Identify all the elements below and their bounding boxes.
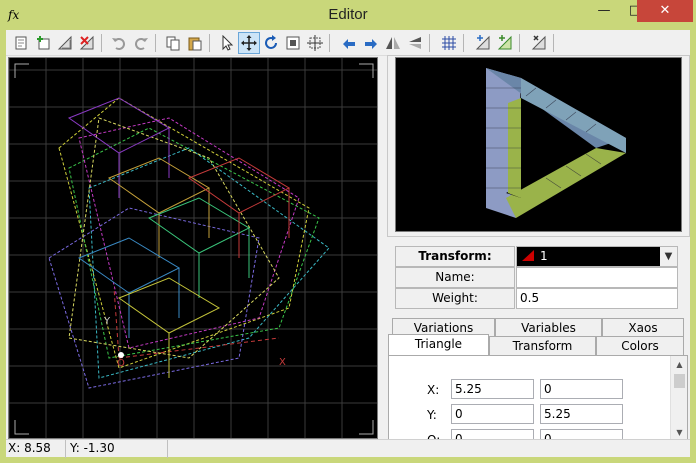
scroll-up-icon[interactable]: ▲ xyxy=(671,356,687,373)
toolbar-separator xyxy=(519,34,520,52)
weight-label: Weight: xyxy=(395,288,515,309)
chevron-down-icon[interactable]: ▼ xyxy=(660,247,677,266)
duplicate-transform-icon xyxy=(57,35,72,50)
transform-properties: Transform: 1 ▼ Name: Weight: 0.5 xyxy=(395,246,685,310)
triangle-tab-panel: X: 5.25 0 Y: 0 5.25 O: 0 0 ▲ ▼ xyxy=(388,355,688,440)
duplicate-transform-button[interactable] xyxy=(54,32,76,54)
post-transform-button[interactable] xyxy=(494,32,516,54)
y-coord-label: Y: xyxy=(427,408,437,422)
name-field[interactable] xyxy=(516,267,678,288)
scroll-thumb[interactable] xyxy=(674,374,685,388)
grid-icon xyxy=(442,36,456,50)
add-transform-button[interactable] xyxy=(32,32,54,54)
transform-label: Transform: xyxy=(395,246,515,267)
y-coord-a-input[interactable]: 0 xyxy=(451,404,534,424)
new-transform-button[interactable] xyxy=(10,32,32,54)
name-row: Name: xyxy=(395,267,685,288)
redo-button[interactable] xyxy=(130,32,152,54)
canvas-origin-label: O xyxy=(117,358,125,369)
tab-transform[interactable]: Transform xyxy=(489,336,596,355)
x-coord-a-input[interactable]: 5.25 xyxy=(451,379,534,399)
tab-colors[interactable]: Colors xyxy=(596,336,684,355)
add-transform-icon xyxy=(37,36,50,50)
close-button[interactable]: ✕ xyxy=(637,0,693,22)
grid-toggle-button[interactable] xyxy=(438,32,460,54)
reset-transform-button[interactable] xyxy=(472,32,494,54)
post-transform-icon xyxy=(497,35,512,50)
scale-icon xyxy=(286,36,300,50)
copy-button[interactable] xyxy=(162,32,184,54)
toolbar-separator xyxy=(329,34,330,52)
rotate-icon xyxy=(265,35,277,49)
transform-row: Transform: 1 ▼ xyxy=(395,246,685,267)
mirror-vertical-button[interactable] xyxy=(404,32,426,54)
x-coord-label: X: xyxy=(427,383,440,397)
copy-icon xyxy=(166,36,180,51)
select-tool-button[interactable] xyxy=(216,32,238,54)
paste-icon xyxy=(188,37,202,51)
flip-right-icon xyxy=(365,39,377,49)
mirror-vertical-icon xyxy=(409,37,421,49)
zoom-tool-button[interactable] xyxy=(304,32,326,54)
zoom-icon xyxy=(307,35,323,51)
x-coord-b-input[interactable]: 0 xyxy=(540,379,623,399)
reset-transform-icon xyxy=(475,35,490,50)
move-tool-button[interactable] xyxy=(238,32,260,54)
editor-toolbar xyxy=(6,30,690,56)
toolbar-separator xyxy=(209,34,210,52)
toolbar-separator xyxy=(101,34,102,52)
name-label: Name: xyxy=(395,267,515,288)
weight-row: Weight: 0.5 xyxy=(395,288,685,309)
flame-preview xyxy=(395,57,682,232)
mirror-horizontal-icon xyxy=(386,37,400,49)
title-bar[interactable]: fx Editor — □ ✕ xyxy=(0,0,696,30)
rotate-tool-button[interactable] xyxy=(260,32,282,54)
status-x-coordinate: X: 8.58 xyxy=(6,440,66,458)
toolbar-separator xyxy=(429,34,430,52)
status-y-coordinate: Y: -1.30 xyxy=(68,440,168,458)
new-transform-icon xyxy=(15,36,27,50)
toolbar-separator xyxy=(155,34,156,52)
y-coord-b-input[interactable]: 5.25 xyxy=(540,404,623,424)
panel-vertical-scrollbar[interactable]: ▲ ▼ xyxy=(670,356,687,439)
canvas-y-axis-label: Y xyxy=(103,316,111,327)
redo-icon xyxy=(135,38,148,50)
tab-xaos[interactable]: Xaos xyxy=(602,318,684,337)
flip-left-icon xyxy=(343,39,355,49)
mirror-horizontal-button[interactable] xyxy=(382,32,404,54)
toolbar-separator xyxy=(553,34,554,52)
scale-tool-button[interactable] xyxy=(282,32,304,54)
delete-transform-button[interactable] xyxy=(76,32,98,54)
editor-client-area: Y X O Transform: 1 ▼ Name: Weight: 0.5 V… xyxy=(6,30,690,458)
scroll-down-icon[interactable]: ▼ xyxy=(671,424,687,439)
delete-transform-icon xyxy=(79,35,94,50)
flip-left-button[interactable] xyxy=(338,32,360,54)
transform-select-value: 1 xyxy=(540,249,548,263)
final-transform-icon xyxy=(531,35,546,50)
preview-render xyxy=(396,58,681,231)
transform-select[interactable]: 1 ▼ xyxy=(516,246,678,267)
flip-right-button[interactable] xyxy=(360,32,382,54)
select-icon xyxy=(222,35,234,51)
paste-button[interactable] xyxy=(184,32,206,54)
tab-variables[interactable]: Variables xyxy=(495,318,602,337)
editor-window: fx Editor — □ ✕ Y X O Transform: 1 ▼ Nam… xyxy=(0,0,696,463)
canvas-x-axis-label: X xyxy=(279,357,286,368)
move-icon xyxy=(241,35,257,51)
toolbar-separator xyxy=(463,34,464,52)
final-transform-button[interactable] xyxy=(528,32,550,54)
minimize-button[interactable]: — xyxy=(589,0,619,22)
undo-button[interactable] xyxy=(108,32,130,54)
undo-icon xyxy=(112,38,125,50)
editor-grid-drawing: Y X O xyxy=(9,58,377,438)
tab-triangle[interactable]: Triangle xyxy=(388,334,489,355)
status-bar: X: 8.58 Y: -1.30 xyxy=(6,439,690,458)
transform-editor-canvas[interactable]: Y X O xyxy=(8,57,378,439)
transform-color-swatch xyxy=(520,249,536,262)
weight-field[interactable]: 0.5 xyxy=(516,288,678,309)
